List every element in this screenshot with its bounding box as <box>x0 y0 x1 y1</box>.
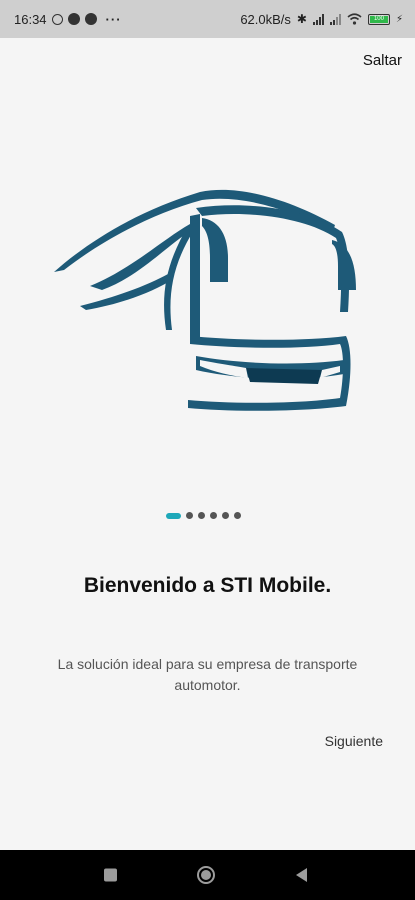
bus-illustration <box>54 189 356 411</box>
system-nav-bar <box>0 850 415 900</box>
status-time: 16:34 <box>14 11 47 27</box>
network-speed: 62.0kB/s <box>240 11 291 27</box>
more-notifications-icon: ··· <box>105 11 122 27</box>
signal-secondary-icon <box>329 13 341 25</box>
status-right: 62.0kB/s ✱ 100 ⚡ <box>240 12 403 27</box>
chrome-icon <box>84 13 97 25</box>
home-button[interactable] <box>197 866 215 884</box>
messenger-icon <box>67 13 80 25</box>
status-bar: 16:34 ··· 62.0kB/s ✱ 100 ⚡ <box>0 0 415 38</box>
page-dot-4[interactable] <box>210 512 217 519</box>
page-dot-1[interactable] <box>166 512 181 519</box>
bluetooth-icon: ✱ <box>296 12 307 26</box>
page-dot-2[interactable] <box>186 512 193 519</box>
page-indicator <box>166 512 241 519</box>
wifi-icon <box>347 13 362 25</box>
battery-icon: 100 <box>367 13 390 25</box>
page-dot-6[interactable] <box>234 512 241 519</box>
welcome-title: Bienvenido a STI Mobile. <box>83 574 332 597</box>
welcome-subtitle: La solución ideal para su empresa de tra… <box>57 656 358 693</box>
whatsapp-icon <box>51 13 63 25</box>
status-left: 16:34 ··· <box>14 12 122 27</box>
skip-button[interactable]: Saltar <box>363 52 402 69</box>
signal-icon <box>312 13 324 25</box>
home-icon <box>201 870 211 880</box>
page-dot-3[interactable] <box>198 512 205 519</box>
next-button[interactable]: Siguiente <box>325 733 383 749</box>
back-button[interactable] <box>296 868 307 882</box>
charging-icon: ⚡ <box>395 13 403 25</box>
page-dot-5[interactable] <box>222 512 229 519</box>
recent-apps-button[interactable] <box>104 868 117 882</box>
battery-level: 100 <box>369 15 388 23</box>
